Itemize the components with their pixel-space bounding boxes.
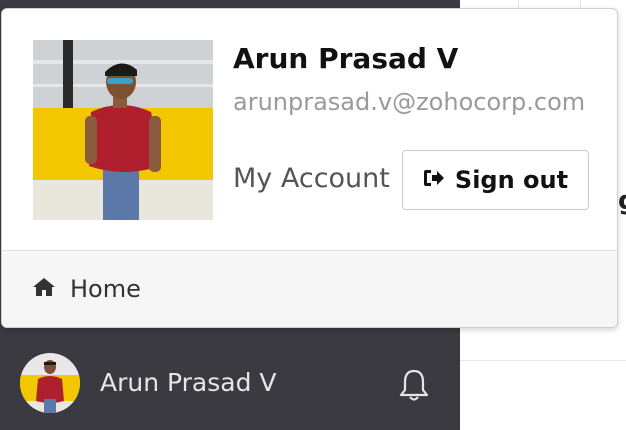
partial-glyph: g <box>618 186 626 216</box>
popover-footer: Home <box>2 250 617 327</box>
avatar[interactable] <box>20 353 80 413</box>
profile-popover: Arun Prasad V arunprasad.v@zohocorp.com … <box>1 8 618 328</box>
sidebar-user-name: Arun Prasad V <box>100 368 277 397</box>
profile-name: Arun Prasad V <box>233 42 459 75</box>
profile-photo <box>33 40 213 220</box>
home-link[interactable]: Home <box>32 275 141 303</box>
sidebar-user-bar: Arun Prasad V <box>0 335 460 430</box>
home-icon <box>32 277 56 301</box>
my-account-link[interactable]: My Account <box>233 163 390 194</box>
profile-email: arunprasad.v@zohocorp.com <box>233 88 586 116</box>
bell-icon[interactable] <box>398 368 430 406</box>
sign-out-icon <box>423 169 445 191</box>
home-label: Home <box>70 275 141 303</box>
sign-out-button[interactable]: Sign out <box>402 150 589 210</box>
sign-out-label: Sign out <box>454 166 569 194</box>
